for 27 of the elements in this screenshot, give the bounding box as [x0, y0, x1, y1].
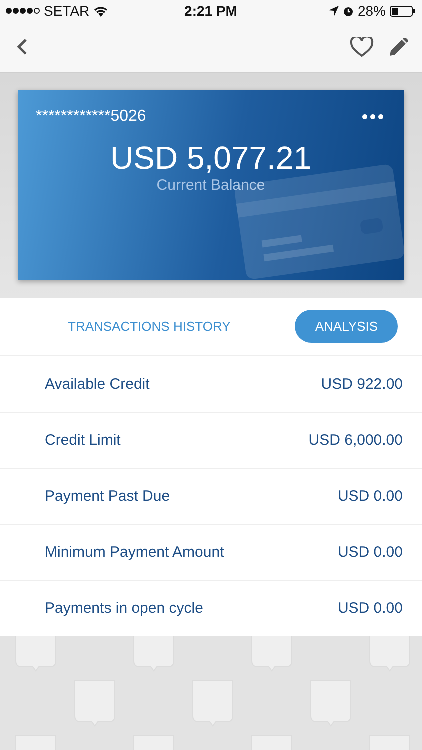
status-time: 2:21 PM — [184, 3, 238, 19]
wifi-icon — [94, 6, 108, 16]
heart-icon[interactable] — [350, 36, 374, 58]
pencil-icon[interactable] — [390, 38, 408, 56]
carrier-name: SETAR — [44, 3, 90, 19]
row-label: Payment Past Due — [45, 488, 170, 505]
more-icon[interactable] — [362, 114, 384, 120]
battery-percent: 28% — [358, 3, 386, 19]
row-value: USD 0.00 — [338, 600, 403, 617]
tab[interactable]: ANALYSIS — [295, 310, 398, 343]
row-label: Credit Limit — [45, 432, 121, 449]
balance-label: Current Balance — [156, 177, 266, 194]
row-value: USD 0.00 — [338, 544, 403, 561]
row-label: Available Credit — [45, 376, 150, 392]
row-value: USD 0.00 — [338, 488, 403, 505]
battery-icon — [390, 6, 416, 16]
tab[interactable]: TRANSACTIONS HISTORY — [48, 310, 251, 343]
signal-icon — [6, 8, 40, 14]
row-label: Payments in open cycle — [45, 600, 204, 617]
alarm-icon — [342, 6, 354, 16]
balance-amount: USD 5,077.21 — [109, 140, 312, 177]
back-icon[interactable] — [16, 38, 28, 56]
row-value: USD 6,000.00 — [308, 432, 403, 449]
location-icon — [328, 6, 339, 16]
card-number: ************5026 — [36, 108, 146, 126]
row-value: USD 922.00 — [321, 376, 403, 392]
row-label: Minimum Payment Amount — [45, 544, 224, 561]
